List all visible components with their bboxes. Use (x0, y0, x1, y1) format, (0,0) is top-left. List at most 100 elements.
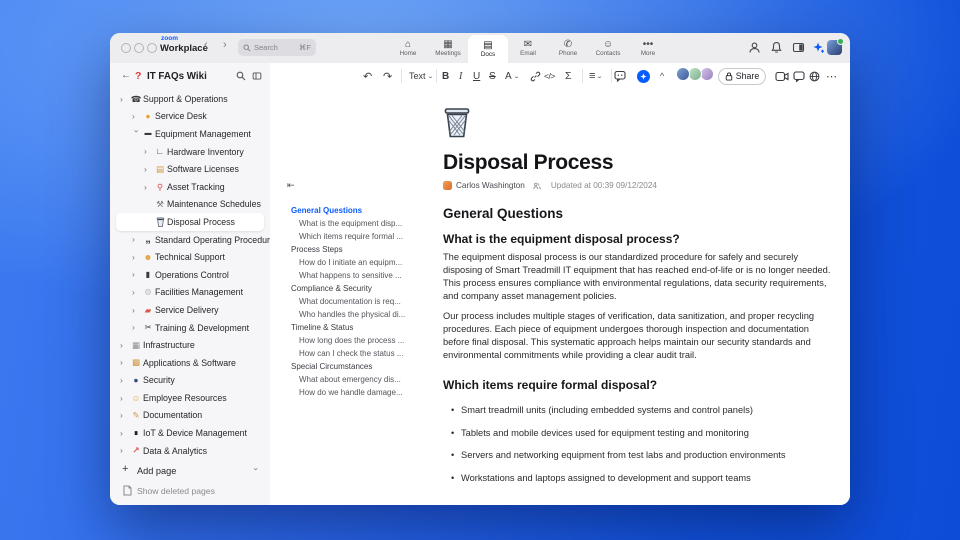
tab-email[interactable]: ✉ Email (508, 33, 548, 63)
bold-button[interactable]: B (442, 66, 449, 86)
sidebar-item-service-delivery[interactable]: › ▰ Service Delivery (110, 301, 270, 319)
tab-more[interactable]: ••• More (628, 33, 668, 63)
code-icon[interactable]: </> (544, 66, 555, 86)
window-close-button[interactable] (121, 43, 131, 53)
chevron-right-icon[interactable]: › (132, 323, 141, 332)
nav-forward-icon[interactable]: › (223, 39, 227, 51)
sidebar-item-operations-control[interactable]: › ▮ Operations Control (110, 266, 270, 284)
user-avatar[interactable] (827, 38, 844, 55)
nav-back-icon[interactable]: ‹ (204, 39, 208, 51)
sidebar-item-support-operations[interactable]: › ☎ Support & Operations (110, 90, 270, 108)
sidebar-item-employee-resources[interactable]: › ☺ Employee Resources (110, 389, 270, 407)
chevron-right-icon[interactable]: › (144, 165, 153, 174)
toc-item[interactable]: What happens to sensitive ... (270, 269, 410, 282)
list-format-dropdown[interactable]: ≡ ⌄ (589, 66, 603, 86)
underline-button[interactable]: U (473, 66, 480, 86)
add-page-button[interactable]: + Add page › (110, 461, 270, 479)
text-color-dropdown[interactable]: A ⌄ (505, 66, 520, 86)
toc-item[interactable]: How do we handle damage... (270, 386, 410, 399)
chevron-right-icon[interactable]: › (132, 235, 141, 244)
video-icon[interactable] (775, 66, 789, 86)
sidebar-item-technical-support[interactable]: › ☻ Technical Support (110, 248, 270, 266)
more-options-icon[interactable]: ⋯ (826, 66, 837, 86)
sidebar-item-applications-software[interactable]: › ▩ Applications & Software (110, 354, 270, 372)
tab-docs[interactable]: ▤ Docs (468, 35, 508, 63)
redo-icon[interactable]: ↷ (383, 66, 392, 86)
sidebar-item-security[interactable]: › ● Security (110, 372, 270, 390)
chevron-down-icon[interactable]: › (132, 129, 142, 138)
toc-item[interactable]: How long does the process ... (270, 334, 410, 347)
chevron-right-icon[interactable]: › (120, 376, 129, 385)
sidebar-item-training-development[interactable]: › ✂ Training & Development (110, 319, 270, 337)
globe-icon[interactable] (809, 66, 820, 86)
sidebar-search-icon[interactable] (236, 71, 246, 81)
chevron-right-icon[interactable]: › (144, 183, 153, 192)
panel-toggle-icon[interactable] (792, 41, 805, 54)
chevron-right-icon[interactable]: › (120, 429, 129, 438)
toc-section[interactable]: Timeline & Status (270, 321, 410, 334)
sidebar-item-standard-operating-procedures[interactable]: › „ Standard Operating Procedures (110, 231, 279, 249)
global-search-input[interactable]: Search ⌘F (238, 39, 316, 56)
toc-item[interactable]: How do I initiate an equipm... (270, 256, 410, 269)
toc-section[interactable]: Special Circumstances (270, 360, 410, 373)
chevron-right-icon[interactable]: › (132, 253, 141, 262)
tab-meetings[interactable]: ▦ Meetings (428, 33, 468, 63)
window-minimize-button[interactable] (134, 43, 144, 53)
collaborator-avatar[interactable] (676, 67, 690, 81)
sidebar-item-facilities-management[interactable]: › ⚙ Facilities Management (110, 284, 270, 302)
chevron-right-icon[interactable]: › (120, 411, 129, 420)
share-button[interactable]: Share (718, 67, 766, 85)
collaborator-avatar[interactable] (700, 67, 714, 81)
sidebar-item-data-analytics[interactable]: › ↗ Data & Analytics (110, 442, 270, 460)
chevron-right-icon[interactable]: › (120, 446, 129, 455)
sidebar-collapse-icon[interactable] (252, 71, 262, 81)
link-icon[interactable] (530, 66, 541, 86)
toc-item[interactable]: Which items require formal ... (270, 230, 410, 243)
toc-section[interactable]: Compliance & Security (270, 282, 410, 295)
chevron-right-icon[interactable]: › (120, 95, 129, 104)
strikethrough-button[interactable]: S (489, 66, 496, 86)
profile-icon[interactable] (748, 41, 761, 54)
chevron-right-icon[interactable]: › (132, 270, 141, 279)
collapse-toolbar-icon[interactable]: ^ (660, 66, 664, 86)
toc-section[interactable]: Process Steps (270, 243, 410, 256)
ai-companion-button[interactable] (637, 66, 650, 86)
sidebar-item-asset-tracking[interactable]: › ⚲ Asset Tracking (110, 178, 270, 196)
chevron-right-icon[interactable]: › (144, 147, 153, 156)
toc-item[interactable]: Who handles the physical di... (270, 308, 410, 321)
sidebar-item-maintenance-schedules[interactable]: ⚒ Maintenance Schedules (110, 196, 270, 214)
chevron-right-icon[interactable]: › (120, 358, 129, 367)
chat-icon[interactable] (793, 66, 805, 86)
chevron-down-icon[interactable]: › (252, 468, 262, 471)
chevron-right-icon[interactable]: › (120, 394, 129, 403)
chevron-right-icon[interactable]: › (132, 112, 141, 121)
comment-icon[interactable] (614, 66, 626, 86)
chevron-right-icon[interactable]: › (132, 288, 141, 297)
italic-button[interactable]: I (459, 66, 462, 86)
undo-icon[interactable]: ↶ (363, 66, 372, 86)
tab-contacts[interactable]: ☺ Contacts (588, 33, 628, 63)
toc-item[interactable]: What is the equipment disp... (270, 217, 410, 230)
formula-icon[interactable]: Σ (565, 66, 572, 86)
sidebar-item-equipment-management[interactable]: › ▬ Equipment Management (110, 125, 270, 143)
notifications-bell-icon[interactable] (770, 41, 783, 54)
toc-item[interactable]: What about emergency dis... (270, 373, 410, 386)
toc-item[interactable]: How can I check the status ... (270, 347, 410, 360)
back-arrow-icon[interactable]: ← (121, 70, 131, 81)
chevron-right-icon[interactable]: › (120, 341, 129, 350)
text-style-dropdown[interactable]: Text ⌄ (409, 66, 434, 86)
sidebar-item-iot-device-management[interactable]: › ∎ IoT & Device Management (110, 424, 270, 442)
toc-item[interactable]: What documentation is req... (270, 295, 410, 308)
collaborator-avatar[interactable] (688, 67, 702, 81)
toc-collapse-icon[interactable]: ⇤ (287, 180, 295, 191)
sidebar-item-hardware-inventory[interactable]: › ∟ Hardware Inventory (110, 143, 270, 161)
tab-phone[interactable]: ✆ Phone (548, 33, 588, 63)
sidebar-item-service-desk[interactable]: › ● Service Desk (110, 108, 270, 126)
sidebar-item-disposal-process[interactable]: Disposal Process (116, 213, 264, 231)
show-deleted-pages-button[interactable]: Show deleted pages (110, 483, 270, 499)
toc-section[interactable]: General Questions (270, 204, 410, 217)
tab-home[interactable]: ⌂ Home (388, 33, 428, 63)
sidebar-item-software-licenses[interactable]: › ▤ Software Licenses (110, 160, 270, 178)
sidebar-item-infrastructure[interactable]: › ▦ Infrastructure (110, 336, 270, 354)
sidebar-item-documentation[interactable]: › ✎ Documentation (110, 407, 270, 425)
